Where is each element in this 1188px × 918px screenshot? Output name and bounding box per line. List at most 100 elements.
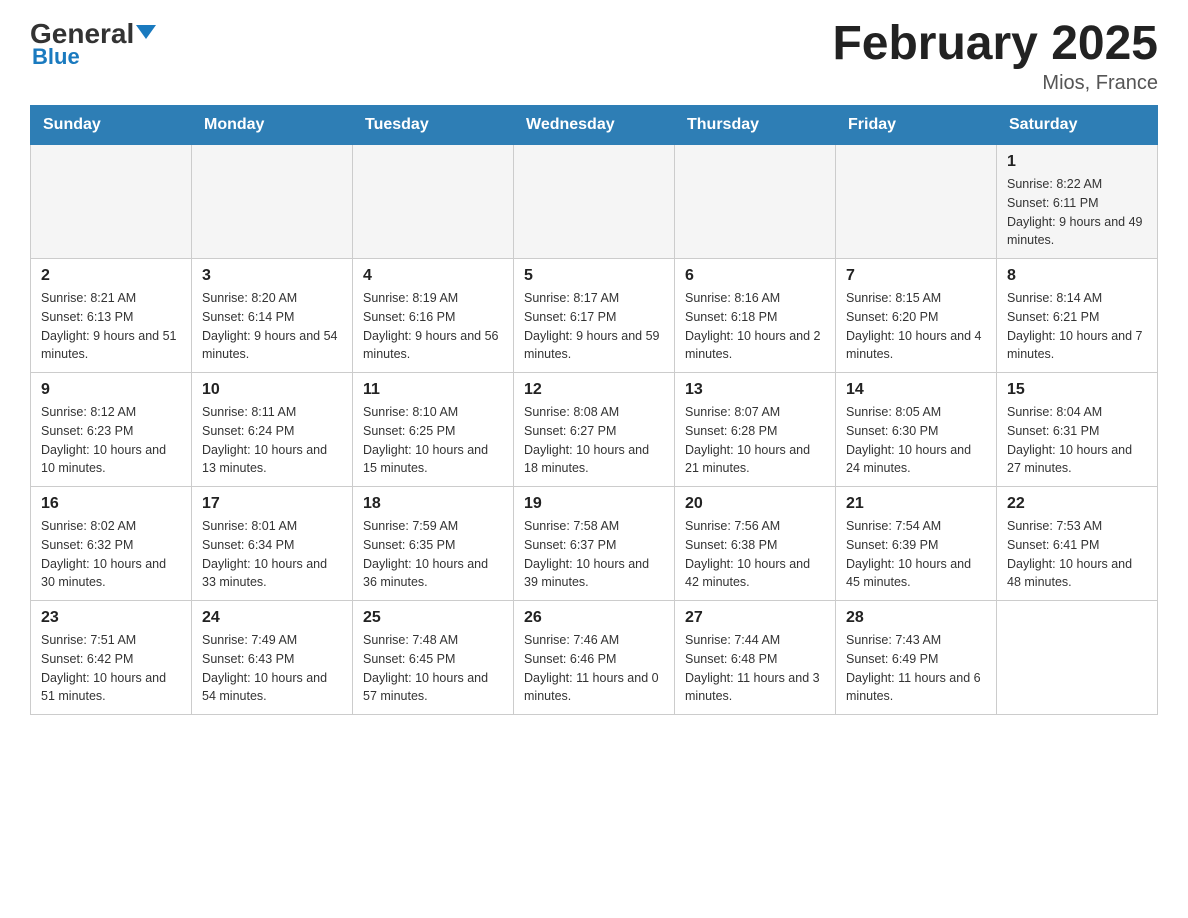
day-number: 13 [685, 381, 825, 399]
day-cell [836, 145, 997, 259]
day-number: 8 [1007, 267, 1147, 285]
day-number: 11 [363, 381, 503, 399]
day-cell: 5Sunrise: 8:17 AM Sunset: 6:17 PM Daylig… [514, 259, 675, 373]
calendar-table: Sunday Monday Tuesday Wednesday Thursday… [30, 105, 1158, 715]
day-info: Sunrise: 8:07 AM Sunset: 6:28 PM Dayligh… [685, 403, 825, 478]
day-info: Sunrise: 8:22 AM Sunset: 6:11 PM Dayligh… [1007, 175, 1147, 250]
day-cell: 1 Sunrise: 8:22 AM Sunset: 6:11 PM Daylig… [997, 145, 1158, 259]
day-cell: 9 Sunrise: 8:12 AM Sunset: 6:23 PM Daylig… [31, 373, 192, 487]
day-number: 15 [1007, 381, 1147, 399]
day-cell: 8 Sunrise: 8:14 AM Sunset: 6:21 PM Daylig… [997, 259, 1158, 373]
day-info: Sunrise: 7:48 AM Sunset: 6:45 PM Dayligh… [363, 631, 503, 706]
day-info: Sunrise: 8:15 AM Sunset: 6:20 PM Dayligh… [846, 289, 986, 364]
location: Mios, France [832, 72, 1158, 95]
day-info: Sunrise: 8:02 AM Sunset: 6:32 PM Dayligh… [41, 517, 181, 592]
day-cell: 18Sunrise: 7:59 AM Sunset: 6:35 PM Dayli… [353, 487, 514, 601]
day-cell: 12 Sunrise: 8:08 AM Sunset: 6:27 PM Dayli… [514, 373, 675, 487]
day-cell: 22 Sunrise: 7:53 AM Sunset: 6:41 PM Dayli… [997, 487, 1158, 601]
day-info: Sunrise: 8:11 AM Sunset: 6:24 PM Dayligh… [202, 403, 342, 478]
col-monday: Monday [192, 106, 353, 145]
day-info: Sunrise: 8:19 AM Sunset: 6:16 PM Dayligh… [363, 289, 503, 364]
day-number: 16 [41, 495, 181, 513]
day-number: 17 [202, 495, 342, 513]
day-number: 28 [846, 609, 986, 627]
day-info: Sunrise: 8:05 AM Sunset: 6:30 PM Dayligh… [846, 403, 986, 478]
col-friday: Friday [836, 106, 997, 145]
day-cell: 4 Sunrise: 8:19 AM Sunset: 6:16 PM Daylig… [353, 259, 514, 373]
day-cell: 21Sunrise: 7:54 AM Sunset: 6:39 PM Dayli… [836, 487, 997, 601]
day-info: Sunrise: 7:58 AM Sunset: 6:37 PM Dayligh… [524, 517, 664, 592]
day-number: 12 [524, 381, 664, 399]
week-row-4: 23 Sunrise: 7:51 AM Sunset: 6:42 PM Dayli… [31, 601, 1158, 715]
day-cell: 11 Sunrise: 8:10 AM Sunset: 6:25 PM Dayli… [353, 373, 514, 487]
day-cell: 26 Sunrise: 7:46 AM Sunset: 6:46 PM Dayli… [514, 601, 675, 715]
day-number: 24 [202, 609, 342, 627]
day-number: 19 [524, 495, 664, 513]
week-row-2: 9 Sunrise: 8:12 AM Sunset: 6:23 PM Daylig… [31, 373, 1158, 487]
day-cell: 15 Sunrise: 8:04 AM Sunset: 6:31 PM Dayli… [997, 373, 1158, 487]
day-info: Sunrise: 8:20 AM Sunset: 6:14 PM Dayligh… [202, 289, 342, 364]
day-cell: 7 Sunrise: 8:15 AM Sunset: 6:20 PM Daylig… [836, 259, 997, 373]
day-cell: 14Sunrise: 8:05 AM Sunset: 6:30 PM Dayli… [836, 373, 997, 487]
week-row-3: 16 Sunrise: 8:02 AM Sunset: 6:32 PM Dayli… [31, 487, 1158, 601]
col-tuesday: Tuesday [353, 106, 514, 145]
day-number: 20 [685, 495, 825, 513]
day-info: Sunrise: 8:10 AM Sunset: 6:25 PM Dayligh… [363, 403, 503, 478]
day-cell: 10 Sunrise: 8:11 AM Sunset: 6:24 PM Dayli… [192, 373, 353, 487]
day-cell: 2Sunrise: 8:21 AM Sunset: 6:13 PM Daylig… [31, 259, 192, 373]
day-info: Sunrise: 7:53 AM Sunset: 6:41 PM Dayligh… [1007, 517, 1147, 592]
day-number: 23 [41, 609, 181, 627]
logo: General Blue [30, 20, 156, 70]
day-info: Sunrise: 8:12 AM Sunset: 6:23 PM Dayligh… [41, 403, 181, 478]
day-number: 3 [202, 267, 342, 285]
page-header: General Blue February 2025 Mios, France [30, 20, 1158, 95]
day-cell: 25 Sunrise: 7:48 AM Sunset: 6:45 PM Dayli… [353, 601, 514, 715]
day-cell: 17 Sunrise: 8:01 AM Sunset: 6:34 PM Dayli… [192, 487, 353, 601]
day-number: 4 [363, 267, 503, 285]
day-info: Sunrise: 8:01 AM Sunset: 6:34 PM Dayligh… [202, 517, 342, 592]
week-row-0: 1 Sunrise: 8:22 AM Sunset: 6:11 PM Daylig… [31, 145, 1158, 259]
day-cell [192, 145, 353, 259]
day-info: Sunrise: 7:56 AM Sunset: 6:38 PM Dayligh… [685, 517, 825, 592]
logo-triangle-icon [136, 25, 156, 39]
day-info: Sunrise: 7:46 AM Sunset: 6:46 PM Dayligh… [524, 631, 664, 706]
day-cell: 20 Sunrise: 7:56 AM Sunset: 6:38 PM Dayli… [675, 487, 836, 601]
day-number: 6 [685, 267, 825, 285]
day-number: 1 [1007, 153, 1147, 171]
day-cell [514, 145, 675, 259]
day-cell [997, 601, 1158, 715]
logo-blue-text: Blue [32, 44, 80, 70]
day-cell: 6Sunrise: 8:16 AM Sunset: 6:18 PM Daylig… [675, 259, 836, 373]
col-sunday: Sunday [31, 106, 192, 145]
day-number: 22 [1007, 495, 1147, 513]
day-info: Sunrise: 8:04 AM Sunset: 6:31 PM Dayligh… [1007, 403, 1147, 478]
day-number: 27 [685, 609, 825, 627]
day-info: Sunrise: 7:44 AM Sunset: 6:48 PM Dayligh… [685, 631, 825, 706]
day-info: Sunrise: 8:21 AM Sunset: 6:13 PM Dayligh… [41, 289, 181, 364]
day-info: Sunrise: 8:08 AM Sunset: 6:27 PM Dayligh… [524, 403, 664, 478]
day-cell: 27 Sunrise: 7:44 AM Sunset: 6:48 PM Dayli… [675, 601, 836, 715]
month-title: February 2025 [832, 20, 1158, 68]
day-cell: 3 Sunrise: 8:20 AM Sunset: 6:14 PM Daylig… [192, 259, 353, 373]
day-number: 25 [363, 609, 503, 627]
title-section: February 2025 Mios, France [832, 20, 1158, 95]
day-number: 9 [41, 381, 181, 399]
calendar-header-row: Sunday Monday Tuesday Wednesday Thursday… [31, 106, 1158, 145]
day-info: Sunrise: 8:14 AM Sunset: 6:21 PM Dayligh… [1007, 289, 1147, 364]
day-cell: 24 Sunrise: 7:49 AM Sunset: 6:43 PM Dayli… [192, 601, 353, 715]
day-info: Sunrise: 7:49 AM Sunset: 6:43 PM Dayligh… [202, 631, 342, 706]
day-info: Sunrise: 7:54 AM Sunset: 6:39 PM Dayligh… [846, 517, 986, 592]
day-info: Sunrise: 7:59 AM Sunset: 6:35 PM Dayligh… [363, 517, 503, 592]
day-cell: 16 Sunrise: 8:02 AM Sunset: 6:32 PM Dayli… [31, 487, 192, 601]
day-info: Sunrise: 7:51 AM Sunset: 6:42 PM Dayligh… [41, 631, 181, 706]
day-cell [31, 145, 192, 259]
day-number: 7 [846, 267, 986, 285]
day-info: Sunrise: 7:43 AM Sunset: 6:49 PM Dayligh… [846, 631, 986, 706]
day-number: 26 [524, 609, 664, 627]
day-number: 10 [202, 381, 342, 399]
day-number: 5 [524, 267, 664, 285]
day-cell: 19 Sunrise: 7:58 AM Sunset: 6:37 PM Dayli… [514, 487, 675, 601]
day-cell: 28 Sunrise: 7:43 AM Sunset: 6:49 PM Dayli… [836, 601, 997, 715]
col-thursday: Thursday [675, 106, 836, 145]
day-cell [675, 145, 836, 259]
